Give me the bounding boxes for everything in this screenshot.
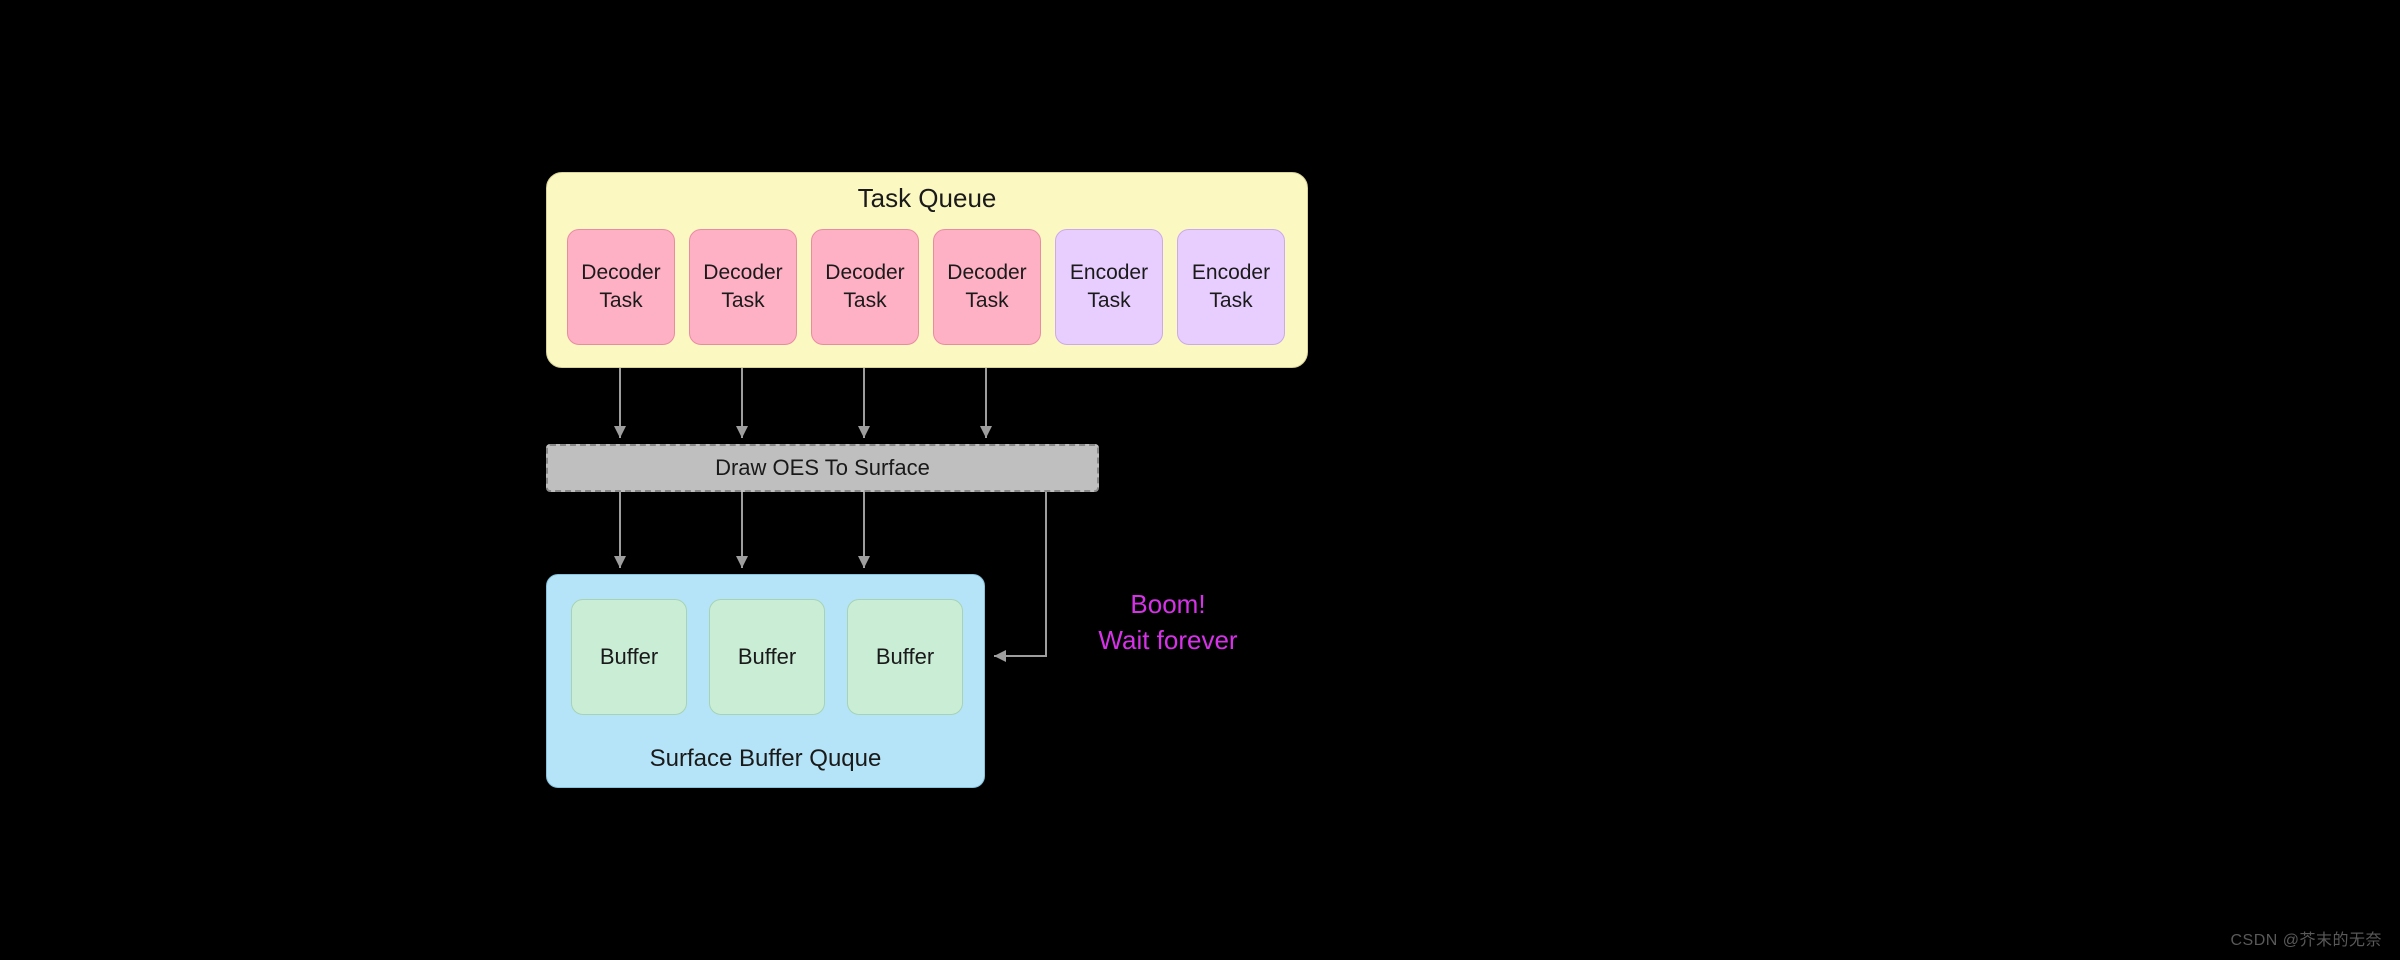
task-label-line2: Task (599, 287, 642, 315)
task-label-line1: Encoder (1070, 259, 1148, 287)
encoder-task-box: Encoder Task (1055, 229, 1163, 345)
decoder-task-box: Decoder Task (689, 229, 797, 345)
decoder-task-box: Decoder Task (933, 229, 1041, 345)
draw-oes-box: Draw OES To Surface (546, 444, 1099, 492)
boom-annotation: Boom! Wait forever (1058, 586, 1278, 659)
buffer-label: Buffer (738, 644, 796, 670)
task-label-line1: Encoder (1192, 259, 1270, 287)
task-label-line1: Decoder (581, 259, 660, 287)
buffer-row: Buffer Buffer Buffer (571, 599, 963, 715)
task-label-line2: Task (965, 287, 1008, 315)
task-label-line2: Task (1209, 287, 1252, 315)
diagram-canvas: Task Queue Decoder Task Decoder Task Dec… (0, 0, 2400, 960)
buffer-box: Buffer (571, 599, 687, 715)
task-row: Decoder Task Decoder Task Decoder Task D… (567, 229, 1285, 345)
annotation-line2: Wait forever (1098, 625, 1237, 655)
buffer-box: Buffer (709, 599, 825, 715)
decoder-task-box: Decoder Task (811, 229, 919, 345)
buffer-label: Buffer (600, 644, 658, 670)
task-label-line2: Task (1087, 287, 1130, 315)
arrows-layer (0, 0, 2400, 960)
task-label-line1: Decoder (825, 259, 904, 287)
buffer-label: Buffer (876, 644, 934, 670)
buffer-queue-container: Buffer Buffer Buffer Surface Buffer Ququ… (546, 574, 985, 788)
buffer-box: Buffer (847, 599, 963, 715)
encoder-task-box: Encoder Task (1177, 229, 1285, 345)
task-queue-title: Task Queue (547, 183, 1307, 214)
buffer-queue-title: Surface Buffer Quque (547, 745, 984, 773)
task-label-line2: Task (843, 287, 886, 315)
watermark: CSDN @芥末的无奈 (2230, 926, 2382, 950)
decoder-task-box: Decoder Task (567, 229, 675, 345)
draw-oes-label: Draw OES To Surface (715, 455, 930, 481)
task-label-line2: Task (721, 287, 764, 315)
annotation-line1: Boom! (1130, 589, 1205, 619)
task-label-line1: Decoder (703, 259, 782, 287)
task-label-line1: Decoder (947, 259, 1026, 287)
task-queue-container: Task Queue Decoder Task Decoder Task Dec… (546, 172, 1308, 368)
